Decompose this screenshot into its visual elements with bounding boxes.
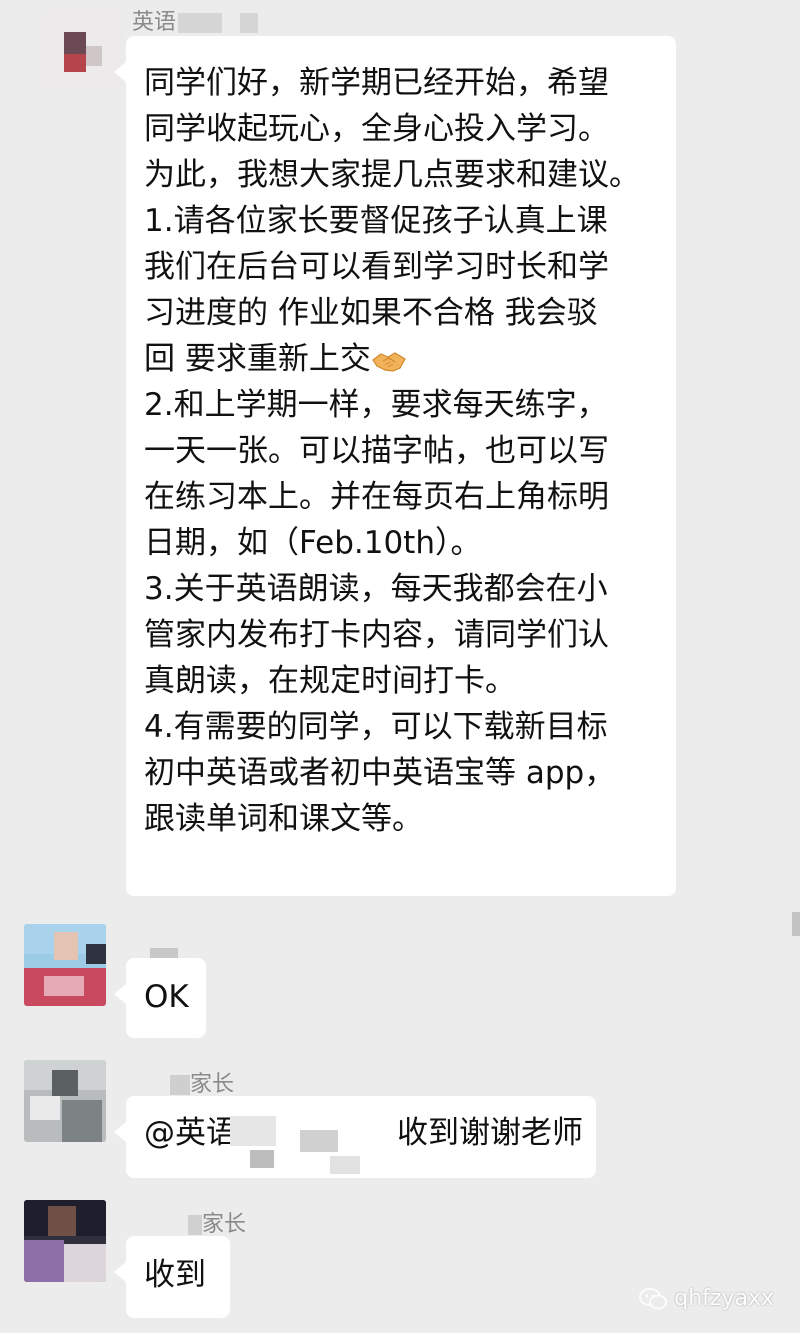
message-line: 在练习本上。并在每页右上角标明 xyxy=(144,479,609,515)
message-bubble[interactable]: OK xyxy=(114,958,206,1038)
wechat-icon xyxy=(639,1288,668,1310)
message-bubble[interactable]: 收到 xyxy=(114,1236,230,1318)
message-text: OK xyxy=(144,979,189,1015)
message-text: 收到 xyxy=(144,1257,206,1293)
watermark-text: qhfzyaxx xyxy=(674,1286,774,1311)
sender-name-text: 英语 xyxy=(132,10,177,35)
avatar[interactable] xyxy=(24,1200,106,1282)
mention-text[interactable]: @英语 xyxy=(144,1115,237,1151)
redaction-blur xyxy=(240,13,259,33)
sender-name: 家长 xyxy=(188,1206,246,1238)
redaction-blur xyxy=(230,1116,276,1146)
message-line: 同学们好，新学期已经开始，希望 xyxy=(144,65,609,101)
avatar[interactable] xyxy=(24,1060,106,1142)
redaction-blur xyxy=(300,1130,338,1152)
watermark: qhfzyaxx xyxy=(638,1286,774,1311)
message-line: 2.和上学期一样，要求每天练字， xyxy=(144,387,608,423)
sender-name-text: 家长 xyxy=(190,1072,235,1097)
sender-name: 英语 xyxy=(132,4,259,36)
message-text: 收到谢谢老师 xyxy=(397,1115,583,1151)
sender-name: 家长 xyxy=(170,1066,234,1098)
message-bubble[interactable]: 同学们好，新学期已经开始，希望 同学收起玩心，全身心投入学习。 为此，我想大家提… xyxy=(114,36,676,896)
sender-name-text: 家长 xyxy=(202,1212,247,1237)
redaction-blur xyxy=(330,1156,360,1174)
handshake-emoji-icon xyxy=(372,351,406,372)
avatar[interactable] xyxy=(24,924,106,1006)
redaction-blur xyxy=(188,1215,202,1235)
avatar[interactable] xyxy=(42,10,124,92)
message-line: 3.关于英语朗读，每天我都会在小 xyxy=(144,571,608,607)
scroll-edge-mark xyxy=(792,912,800,936)
redaction-blur xyxy=(170,1075,190,1095)
message-line-text: 回 要求重新上交 xyxy=(144,341,371,377)
message-line: 初中英语或者初中英语宝等 app， xyxy=(144,755,616,791)
message-line: 跟读单词和课文等。 xyxy=(144,801,423,837)
message-line: 一天一张。可以描字帖，也可以写 xyxy=(144,433,609,469)
message-line: 为此，我想大家提几点要求和建议。 xyxy=(144,157,640,193)
message-line: 4.有需要的同学，可以下载新目标 xyxy=(144,709,608,745)
message-line: 我们在后台可以看到学习时长和学 xyxy=(144,249,609,285)
message-line: 同学收起玩心，全身心投入学习。 xyxy=(144,111,609,147)
message-bubble[interactable]: @英语 收到谢谢老师 xyxy=(114,1096,596,1178)
message-line: 管家内发布打卡内容，请同学们认 xyxy=(144,617,609,653)
message-line: 真朗读，在规定时间打卡。 xyxy=(144,663,516,699)
redaction-blur xyxy=(150,948,178,958)
message-line: 习进度的 作业如果不合格 我会驳 xyxy=(144,295,598,331)
redaction-blur xyxy=(250,1150,274,1168)
message-line-with-emoji: 回 要求重新上交 xyxy=(144,336,658,382)
message-line: 日期，如（Feb.10th）。 xyxy=(144,525,482,561)
message-line: 1.请各位家长要督促孩子认真上课 xyxy=(144,203,608,239)
redaction-blur xyxy=(178,13,223,33)
